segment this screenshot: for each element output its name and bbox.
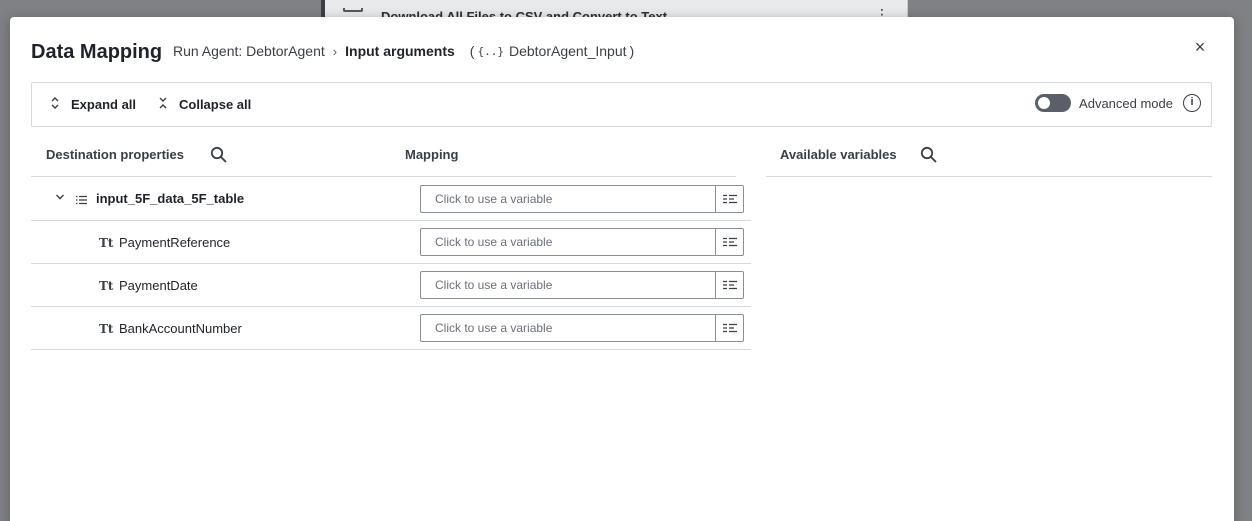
- variable-picker-button[interactable]: [715, 271, 744, 299]
- variable-picker-button[interactable]: [715, 228, 744, 256]
- collapse-icon: [156, 96, 170, 113]
- list-icon: [76, 192, 87, 205]
- mapping-toolbar: Expand all Collapse all Advanced mode i: [31, 82, 1212, 127]
- variable-picker-button[interactable]: [715, 185, 744, 213]
- input-type-name: DebtorAgent_Input: [508, 43, 627, 59]
- breadcrumb-parent[interactable]: Run Agent: DebtorAgent: [173, 43, 325, 59]
- property-name: PaymentDate: [119, 278, 198, 293]
- collapse-all-label: Collapse all: [179, 97, 252, 112]
- divider: [766, 176, 1212, 177]
- expand-icon: [48, 96, 62, 113]
- chevron-down-icon[interactable]: [55, 192, 65, 204]
- variable-input[interactable]: Click to use a variable: [420, 185, 715, 213]
- search-variables-icon[interactable]: [920, 146, 937, 163]
- table-row: input_5F_data_5F_table Click to use a va…: [31, 177, 751, 221]
- variable-picker-icon: [722, 237, 737, 247]
- advanced-mode-label: Advanced mode: [1079, 95, 1173, 111]
- search-destination-icon[interactable]: [210, 146, 227, 163]
- breadcrumb: Run Agent: DebtorAgent › Input arguments…: [173, 43, 637, 59]
- advanced-mode-toggle[interactable]: [1035, 94, 1072, 112]
- toggle-knob: [1038, 97, 1051, 109]
- object-icon: {..}: [477, 44, 504, 58]
- variable-input[interactable]: Click to use a variable: [420, 314, 715, 342]
- expand-all-label: Expand all: [71, 97, 137, 112]
- available-variables-header: Available variables: [780, 147, 897, 162]
- mapping-header: Mapping: [405, 147, 459, 162]
- text-type-icon: Tt: [99, 279, 114, 293]
- variable-picker-icon: [722, 323, 737, 333]
- property-name: PaymentReference: [119, 235, 231, 250]
- breadcrumb-current: Input arguments: [345, 43, 455, 59]
- table-row: Tt PaymentReference Click to use a varia…: [31, 221, 751, 264]
- input-type-label: ( {..} DebtorAgent_Input ): [469, 43, 635, 59]
- variable-picker-icon: [722, 280, 737, 290]
- variable-picker-button[interactable]: [715, 314, 744, 342]
- destination-properties-header: Destination properties: [46, 147, 184, 162]
- table-row: Tt PaymentDate Click to use a variable: [31, 264, 751, 307]
- dialog-header: Data Mapping Run Agent: DebtorAgent › In…: [10, 17, 1234, 81]
- collapse-all-button[interactable]: Collapse all: [156, 96, 251, 113]
- variable-picker-icon: [722, 194, 737, 204]
- property-name: input_5F_data_5F_table: [96, 191, 245, 206]
- variable-input[interactable]: Click to use a variable: [420, 228, 715, 256]
- activity-icon: [343, 8, 363, 12]
- property-name: BankAccountNumber: [119, 321, 242, 336]
- expand-all-button[interactable]: Expand all: [48, 96, 136, 113]
- data-mapping-dialog: Data Mapping Run Agent: DebtorAgent › In…: [10, 17, 1234, 521]
- close-button[interactable]: ×: [1190, 37, 1210, 57]
- table-row: Tt BankAccountNumber Click to use a vari…: [31, 307, 751, 350]
- variable-input[interactable]: Click to use a variable: [420, 271, 715, 299]
- dialog-title: Data Mapping: [31, 41, 163, 63]
- destination-properties-list: input_5F_data_5F_table Click to use a va…: [31, 177, 751, 350]
- chevron-right-icon: ›: [332, 43, 338, 59]
- advanced-mode-control: Advanced mode i: [1035, 94, 1201, 112]
- info-icon[interactable]: i: [1183, 94, 1201, 112]
- text-type-icon: Tt: [99, 236, 114, 250]
- text-type-icon: Tt: [99, 322, 114, 336]
